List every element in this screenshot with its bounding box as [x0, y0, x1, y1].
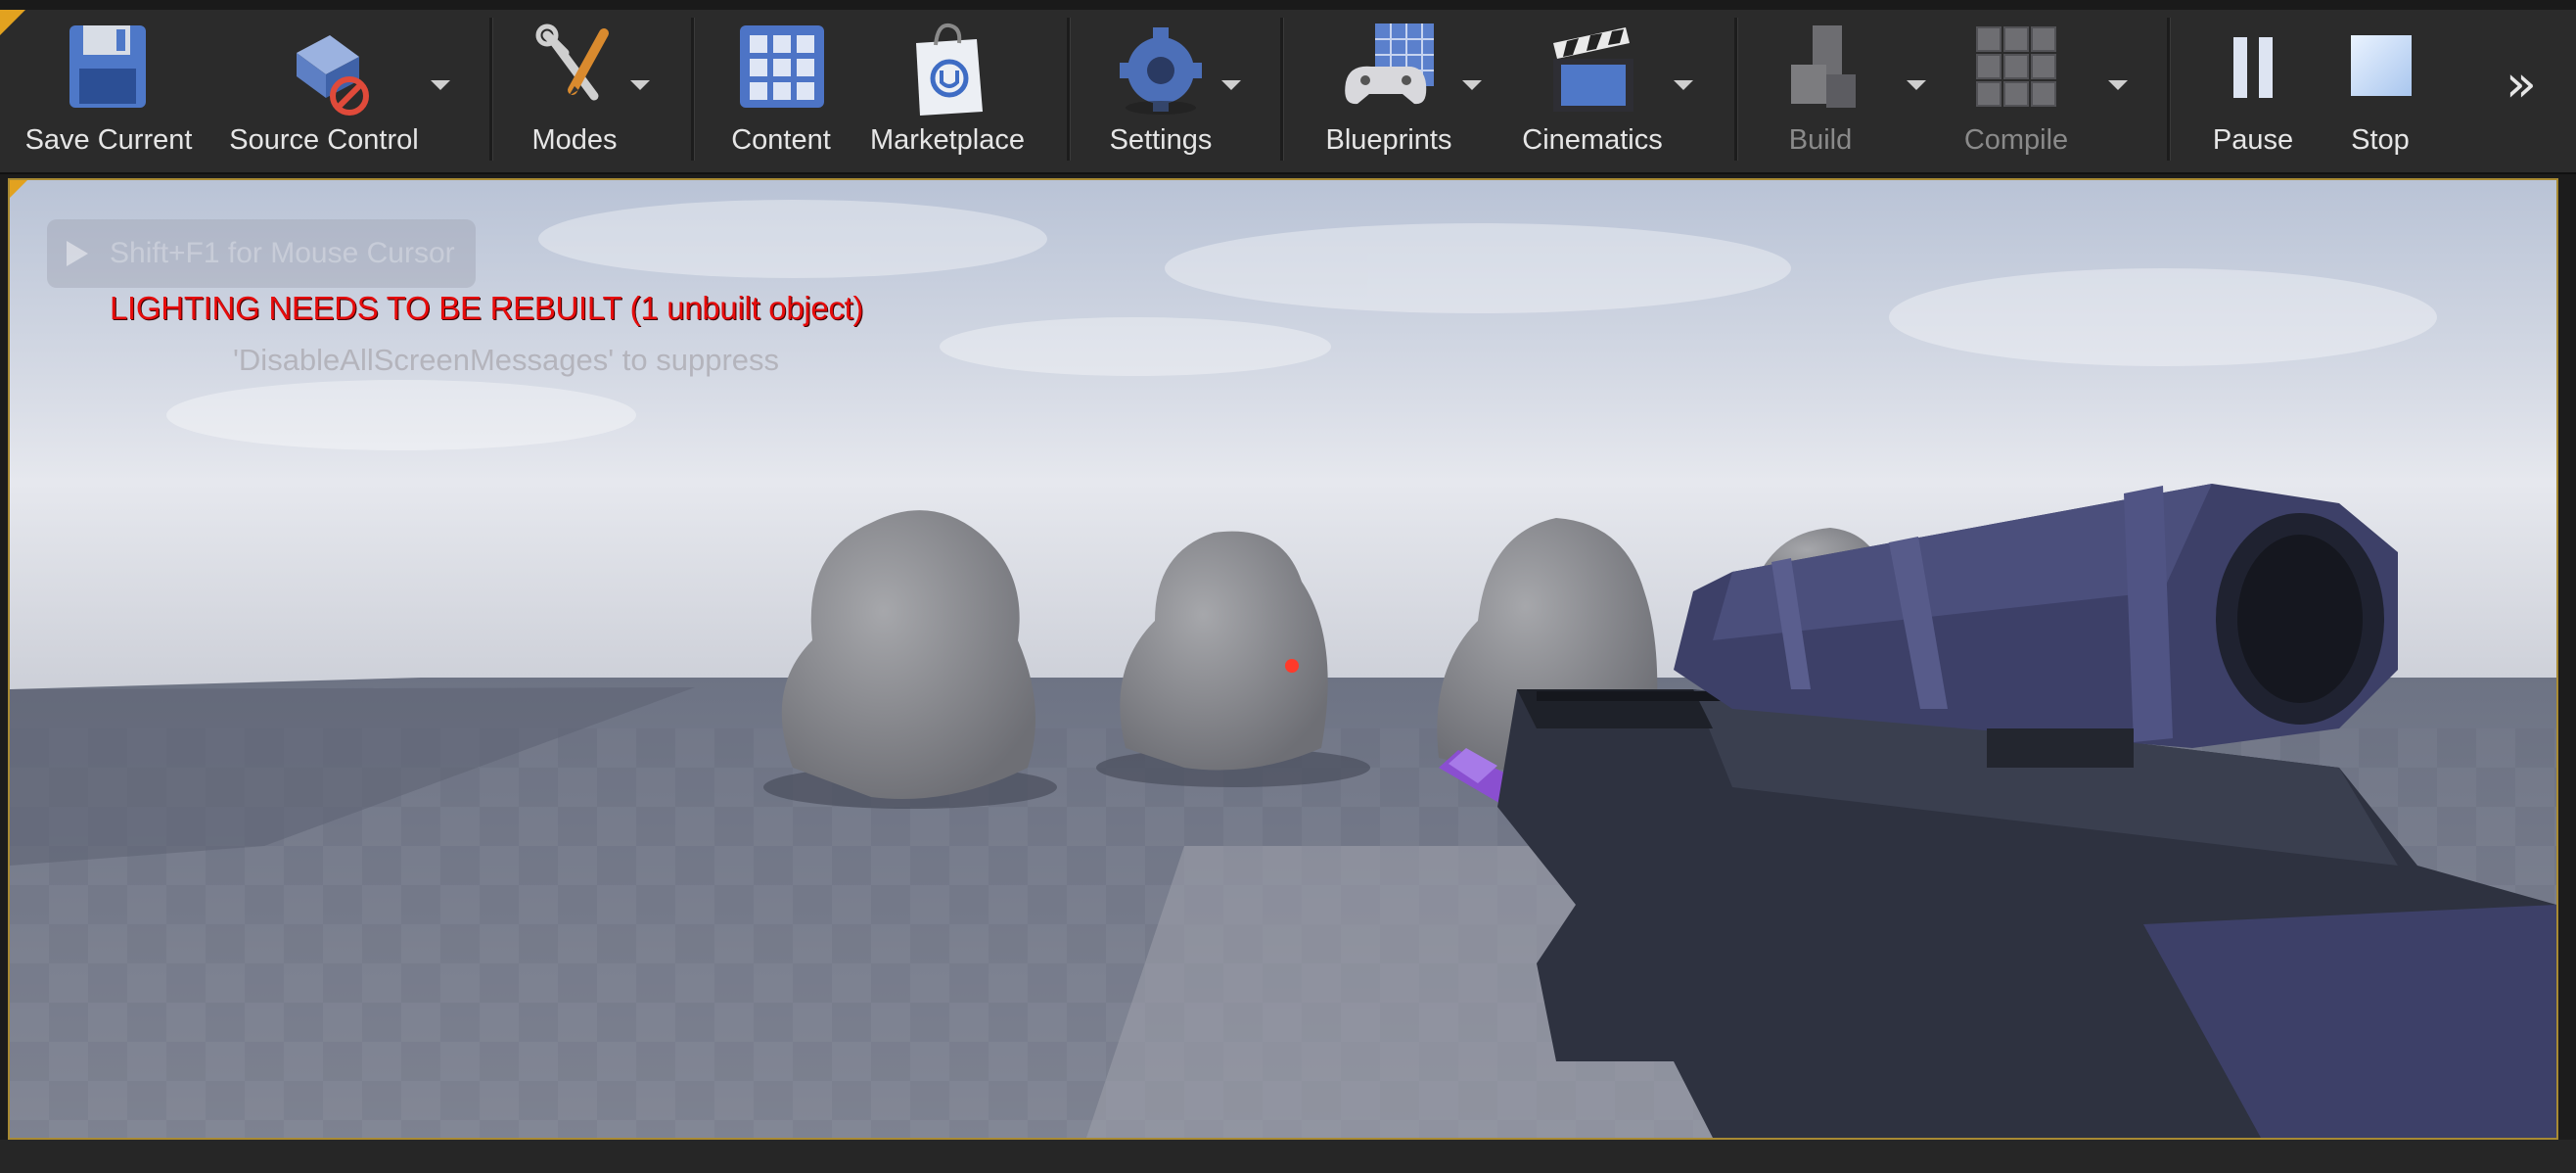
- toolbar-separator: [1067, 18, 1071, 161]
- lighting-warning: LIGHTING NEEDS TO BE REBUILT (1 unbuilt …: [110, 290, 864, 326]
- suppress-messages-hint: 'DisableAllScreenMessages' to suppress: [233, 343, 780, 377]
- build-dropdown-icon[interactable]: [1907, 80, 1926, 90]
- toolbar-separator: [2167, 18, 2171, 161]
- clapperboard-icon: [1543, 14, 1641, 119]
- blueprints-gamepad-icon: [1340, 14, 1438, 119]
- pause-button[interactable]: Pause: [2204, 14, 2302, 161]
- bottom-border: [0, 1140, 2576, 1173]
- modes-tools-icon: [526, 14, 623, 119]
- mouse-cursor-hint-text: Shift+F1 for Mouse Cursor: [110, 237, 455, 269]
- build-label: Build: [1788, 124, 1853, 156]
- marketplace-bag-icon: [898, 14, 996, 119]
- pause-label: Pause: [2212, 124, 2294, 156]
- toolbar-separator: [489, 18, 493, 161]
- blueprints-label: Blueprints: [1325, 124, 1452, 156]
- modes-button[interactable]: Modes: [509, 14, 640, 161]
- toolbar-top-border: [0, 0, 2576, 10]
- source-control-label: Source Control: [229, 124, 419, 156]
- settings-gear-icon: [1112, 14, 1210, 119]
- main-toolbar: Save Current Source Control Modes Conten…: [0, 0, 2576, 174]
- viewport-corner-marker: [10, 180, 27, 198]
- source-control-icon: [275, 14, 373, 119]
- marketplace-button[interactable]: Marketplace: [857, 14, 1037, 161]
- toolbar-separator: [1734, 18, 1738, 161]
- settings-label: Settings: [1109, 124, 1213, 156]
- compile-label: Compile: [1963, 124, 2069, 156]
- save-current-button[interactable]: Save Current: [18, 14, 200, 161]
- play-icon: [67, 241, 88, 266]
- cinematics-label: Cinematics: [1522, 124, 1663, 156]
- cinematics-dropdown-icon[interactable]: [1674, 80, 1693, 90]
- toolbar-separator: [691, 18, 695, 161]
- mouse-cursor-hint: Shift+F1 for Mouse Cursor: [47, 219, 476, 288]
- compile-cubes-icon: [1967, 14, 2065, 119]
- build-blocks-icon: [1771, 14, 1869, 119]
- toolbar-overflow-icon[interactable]: »: [2506, 59, 2537, 110]
- stop-label: Stop: [2351, 124, 2410, 156]
- modes-dropdown-icon[interactable]: [630, 80, 650, 90]
- compile-button[interactable]: Compile: [1957, 14, 2075, 161]
- pause-icon: [2204, 14, 2302, 119]
- build-button[interactable]: Build: [1771, 14, 1869, 161]
- settings-dropdown-icon[interactable]: [1221, 80, 1241, 90]
- blueprints-dropdown-icon[interactable]: [1462, 80, 1482, 90]
- settings-button[interactable]: Settings: [1088, 14, 1233, 161]
- stop-button[interactable]: Stop: [2331, 14, 2429, 161]
- source-control-button[interactable]: Source Control: [221, 14, 427, 161]
- save-current-label: Save Current: [24, 124, 193, 156]
- content-label: Content: [731, 124, 831, 156]
- modes-label: Modes: [531, 124, 618, 156]
- content-button[interactable]: Content: [714, 14, 848, 161]
- blueprints-button[interactable]: Blueprints: [1302, 14, 1476, 161]
- compile-dropdown-icon[interactable]: [2108, 80, 2128, 90]
- stop-icon: [2331, 14, 2429, 119]
- source-control-dropdown-icon[interactable]: [431, 80, 450, 90]
- floppy-disk-icon: [60, 14, 158, 119]
- level-viewport[interactable]: Shift+F1 for Mouse Cursor LIGHTING NEEDS…: [8, 178, 2558, 1140]
- marketplace-label: Marketplace: [870, 124, 1025, 156]
- cinematics-button[interactable]: Cinematics: [1501, 14, 1683, 161]
- toolbar-separator: [1280, 18, 1284, 161]
- content-grid-icon: [732, 14, 830, 119]
